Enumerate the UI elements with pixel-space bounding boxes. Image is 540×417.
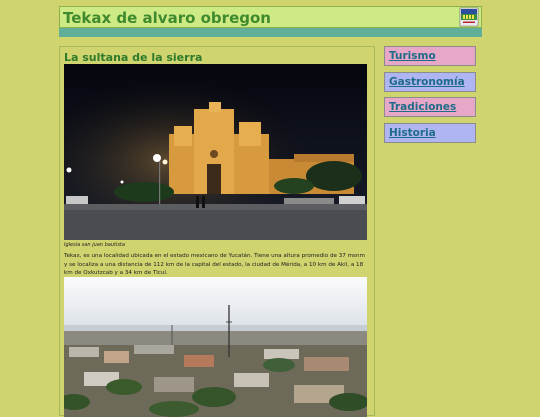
nav-link-turismo[interactable]: Turismo [384,46,476,66]
site-title: Tekax de alvaro obregon [63,9,271,27]
municipal-shield-icon [459,7,479,27]
nav-link-tradiciones[interactable]: Tradiciones [384,97,476,117]
town-aerial-photo [64,277,367,417]
nav-link-gastronomia[interactable]: Gastronomía [384,71,476,92]
nav-link-historia[interactable]: Historia [384,122,476,143]
header-band [59,28,482,37]
church-night-photo [64,64,367,240]
photo-caption: Iglesia san juan bautista [64,242,125,248]
description-paragraph: Tekax, es una localidad ubicada en el es… [64,253,365,277]
site-header: Tekax de alvaro obregon [59,6,482,28]
side-navigation: Turismo Gastronomía Tradiciones Historia [384,46,476,148]
main-content: La sultana de la sierra Iglesia san juan… [59,46,375,417]
page-heading: La sultana de la sierra [64,51,203,64]
